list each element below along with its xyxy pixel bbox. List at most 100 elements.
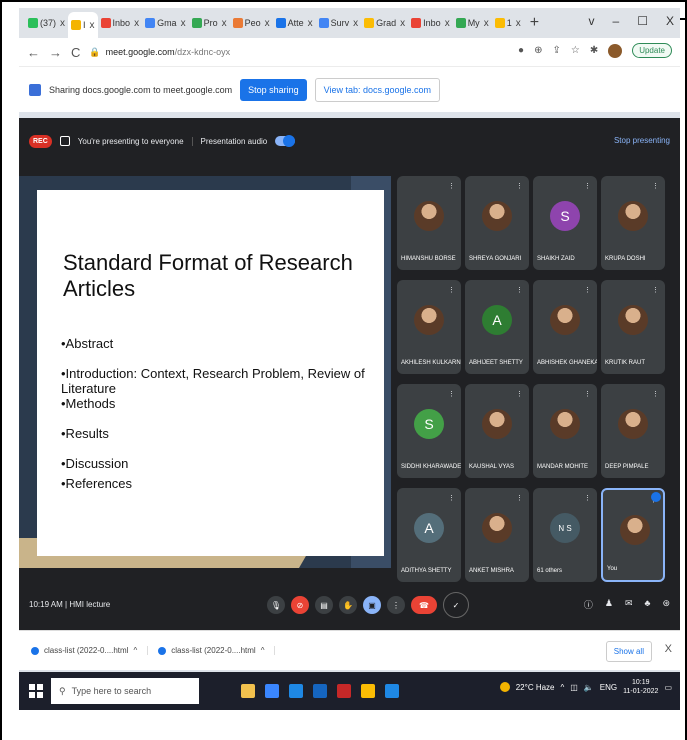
word-icon[interactable] xyxy=(385,684,399,698)
mic-button[interactable]: 🎙 xyxy=(267,596,285,614)
participant-tile[interactable]: You⋮ xyxy=(601,488,665,582)
participant-tile[interactable]: DEEP PIMPALE ⋮ xyxy=(601,384,665,478)
participant-tile[interactable]: S SIDDHI KHARAWADE ⋮ xyxy=(397,384,461,478)
tab-close-icon[interactable]: x xyxy=(400,18,405,29)
browser-tab[interactable]: My x xyxy=(453,12,492,34)
taskbar-search[interactable]: ⚲ Type here to search xyxy=(51,678,199,704)
browser-tab[interactable]: Ix xyxy=(68,12,98,38)
update-button[interactable]: Update xyxy=(632,43,672,58)
participant-tile[interactable]: A ADITHYA SHETTY ⋮ xyxy=(397,488,461,582)
tab-close-icon[interactable]: x xyxy=(60,18,65,29)
reload-icon[interactable]: C xyxy=(71,45,80,60)
tab-close-icon[interactable]: x xyxy=(90,20,95,31)
close-window-button[interactable]: X xyxy=(666,14,674,28)
browser-tab[interactable]: Surv x xyxy=(316,12,362,34)
network-icon[interactable]: ◫ xyxy=(570,683,578,692)
language[interactable]: ENG xyxy=(600,683,617,692)
tab-close-icon[interactable]: x xyxy=(516,18,521,29)
camera-off-button[interactable]: ⊘ xyxy=(291,596,309,614)
end-call-button[interactable]: ☎ xyxy=(411,596,437,614)
tab-close-icon[interactable]: x xyxy=(265,18,270,29)
windows-start-icon[interactable] xyxy=(29,684,43,698)
activities-button[interactable]: ✓ xyxy=(443,592,469,618)
maximize-button[interactable]: ☐ xyxy=(637,14,648,28)
notifications-icon[interactable]: ▭ xyxy=(664,683,672,692)
tab-close-icon[interactable]: x xyxy=(445,18,450,29)
forward-icon[interactable]: → xyxy=(49,45,62,60)
participant-tile[interactable]: KRUTIK RAUT ⋮ xyxy=(601,280,665,374)
download-item[interactable]: class-list (2022-0....html ^ xyxy=(158,646,276,655)
participant-tile[interactable]: ANKET MISHRA ⋮ xyxy=(465,488,529,582)
browser-tab[interactable]: Atte x xyxy=(273,12,316,34)
participant-tile[interactable]: N S 61 others ⋮ xyxy=(533,488,597,582)
browser-tab[interactable]: 1x xyxy=(492,12,524,34)
tab-bar: (37) x Ix Inbo x Gma x Pro x Peo x Atte x Surv x Grad x I… xyxy=(19,8,680,38)
star-icon[interactable]: ☆ xyxy=(571,45,580,56)
participant-tile[interactable]: ABHISHEK GHANEKAR ⋮ xyxy=(533,280,597,374)
tab-close-icon[interactable]: x xyxy=(308,18,313,29)
participant-tile[interactable]: KAUSHAL VYAS ⋮ xyxy=(465,384,529,478)
presentation-audio-toggle[interactable] xyxy=(275,135,296,147)
browser-tab[interactable]: Inbo x xyxy=(98,12,143,34)
close-downloads-button[interactable]: X xyxy=(665,643,672,655)
back-icon[interactable]: ← xyxy=(27,45,40,60)
captions-button[interactable]: ▤ xyxy=(315,596,333,614)
chevron-up-icon[interactable]: ^ xyxy=(261,646,265,655)
browser-tab[interactable]: Grad x xyxy=(361,12,408,34)
participant-tile[interactable]: S SHAIKH ZAID ⋮ xyxy=(533,176,597,270)
store-icon[interactable] xyxy=(313,684,327,698)
browser-tab[interactable]: Peo x xyxy=(230,12,273,34)
avatar xyxy=(618,201,648,231)
chat-icon[interactable]: ✉ xyxy=(625,598,633,611)
tab-close-icon[interactable]: x xyxy=(222,18,227,29)
file-explorer-icon[interactable] xyxy=(265,684,279,698)
raise-hand-button[interactable]: ✋ xyxy=(339,596,357,614)
participant-tile[interactable]: SHREYA GONJARI ⋮ xyxy=(465,176,529,270)
edge-icon[interactable] xyxy=(289,684,303,698)
browser-tab[interactable]: Gma x xyxy=(142,12,189,34)
url-field[interactable]: 🔒 meet.google.com/dzx-kdnc-oyx xyxy=(89,47,230,58)
share-icon[interactable]: ⇪ xyxy=(552,45,560,56)
clock[interactable]: 10:19 11-01-2022 xyxy=(623,678,658,696)
minimize-button[interactable]: – xyxy=(613,14,620,28)
camera-icon[interactable]: ● xyxy=(518,45,524,56)
zoom-icon[interactable]: ⊕ xyxy=(534,45,542,56)
participant-tile[interactable]: KRUPA DOSHI ⋮ xyxy=(601,176,665,270)
browser-tab[interactable]: Pro x xyxy=(189,12,230,34)
activities-icon[interactable]: ♣ xyxy=(645,598,651,611)
download-filename: class-list (2022-0....html xyxy=(44,646,129,655)
volume-icon[interactable]: 🔈 xyxy=(584,683,594,692)
tray-chevron-icon[interactable]: ^ xyxy=(561,683,565,692)
people-icon[interactable]: ♟ xyxy=(605,598,613,611)
participant-tile[interactable]: A ABHIJEET SHETTY ⋮ xyxy=(465,280,529,374)
weather-text[interactable]: 22°C Haze xyxy=(516,683,555,692)
present-button[interactable]: ▣ xyxy=(363,596,381,614)
stop-presenting-button[interactable]: Stop presenting xyxy=(614,136,670,145)
tab-close-icon[interactable]: x xyxy=(181,18,186,29)
participant-tile[interactable]: MANDAR MOHITE ⋮ xyxy=(533,384,597,478)
host-controls-icon[interactable]: ⊛ xyxy=(662,598,670,611)
chrome-icon[interactable] xyxy=(361,684,375,698)
info-icon[interactable]: ⓘ xyxy=(584,598,593,611)
participant-tile[interactable]: HIMANSHU BORSE ⋮ xyxy=(397,176,461,270)
calculator-icon[interactable] xyxy=(241,684,255,698)
browser-tab[interactable]: (37) x xyxy=(25,12,68,34)
new-tab-button[interactable]: + xyxy=(530,14,539,32)
tab-close-icon[interactable]: x xyxy=(484,18,489,29)
extensions-icon[interactable]: ✱ xyxy=(590,45,598,56)
tab-close-icon[interactable]: x xyxy=(134,18,139,29)
presentation-area: Standard Format of Research Articles •Ab… xyxy=(19,176,391,568)
tab-search-icon[interactable]: v xyxy=(589,14,595,28)
profile-avatar[interactable] xyxy=(608,43,623,58)
download-item[interactable]: class-list (2022-0....html ^ xyxy=(31,646,149,655)
browser-tab[interactable]: Inbo x xyxy=(408,12,453,34)
app-icon[interactable] xyxy=(337,684,351,698)
view-tab-button[interactable]: View tab: docs.google.com xyxy=(314,77,441,102)
more-options-button[interactable]: ⋮ xyxy=(387,596,405,614)
stop-sharing-button[interactable]: Stop sharing xyxy=(240,78,307,101)
chevron-up-icon[interactable]: ^ xyxy=(133,646,137,655)
participant-tile[interactable]: AKHILESH KULKARNI ⋮ xyxy=(397,280,461,374)
tab-label: Peo xyxy=(244,18,261,28)
tab-close-icon[interactable]: x xyxy=(353,18,358,29)
show-all-button[interactable]: Show all xyxy=(605,641,652,662)
